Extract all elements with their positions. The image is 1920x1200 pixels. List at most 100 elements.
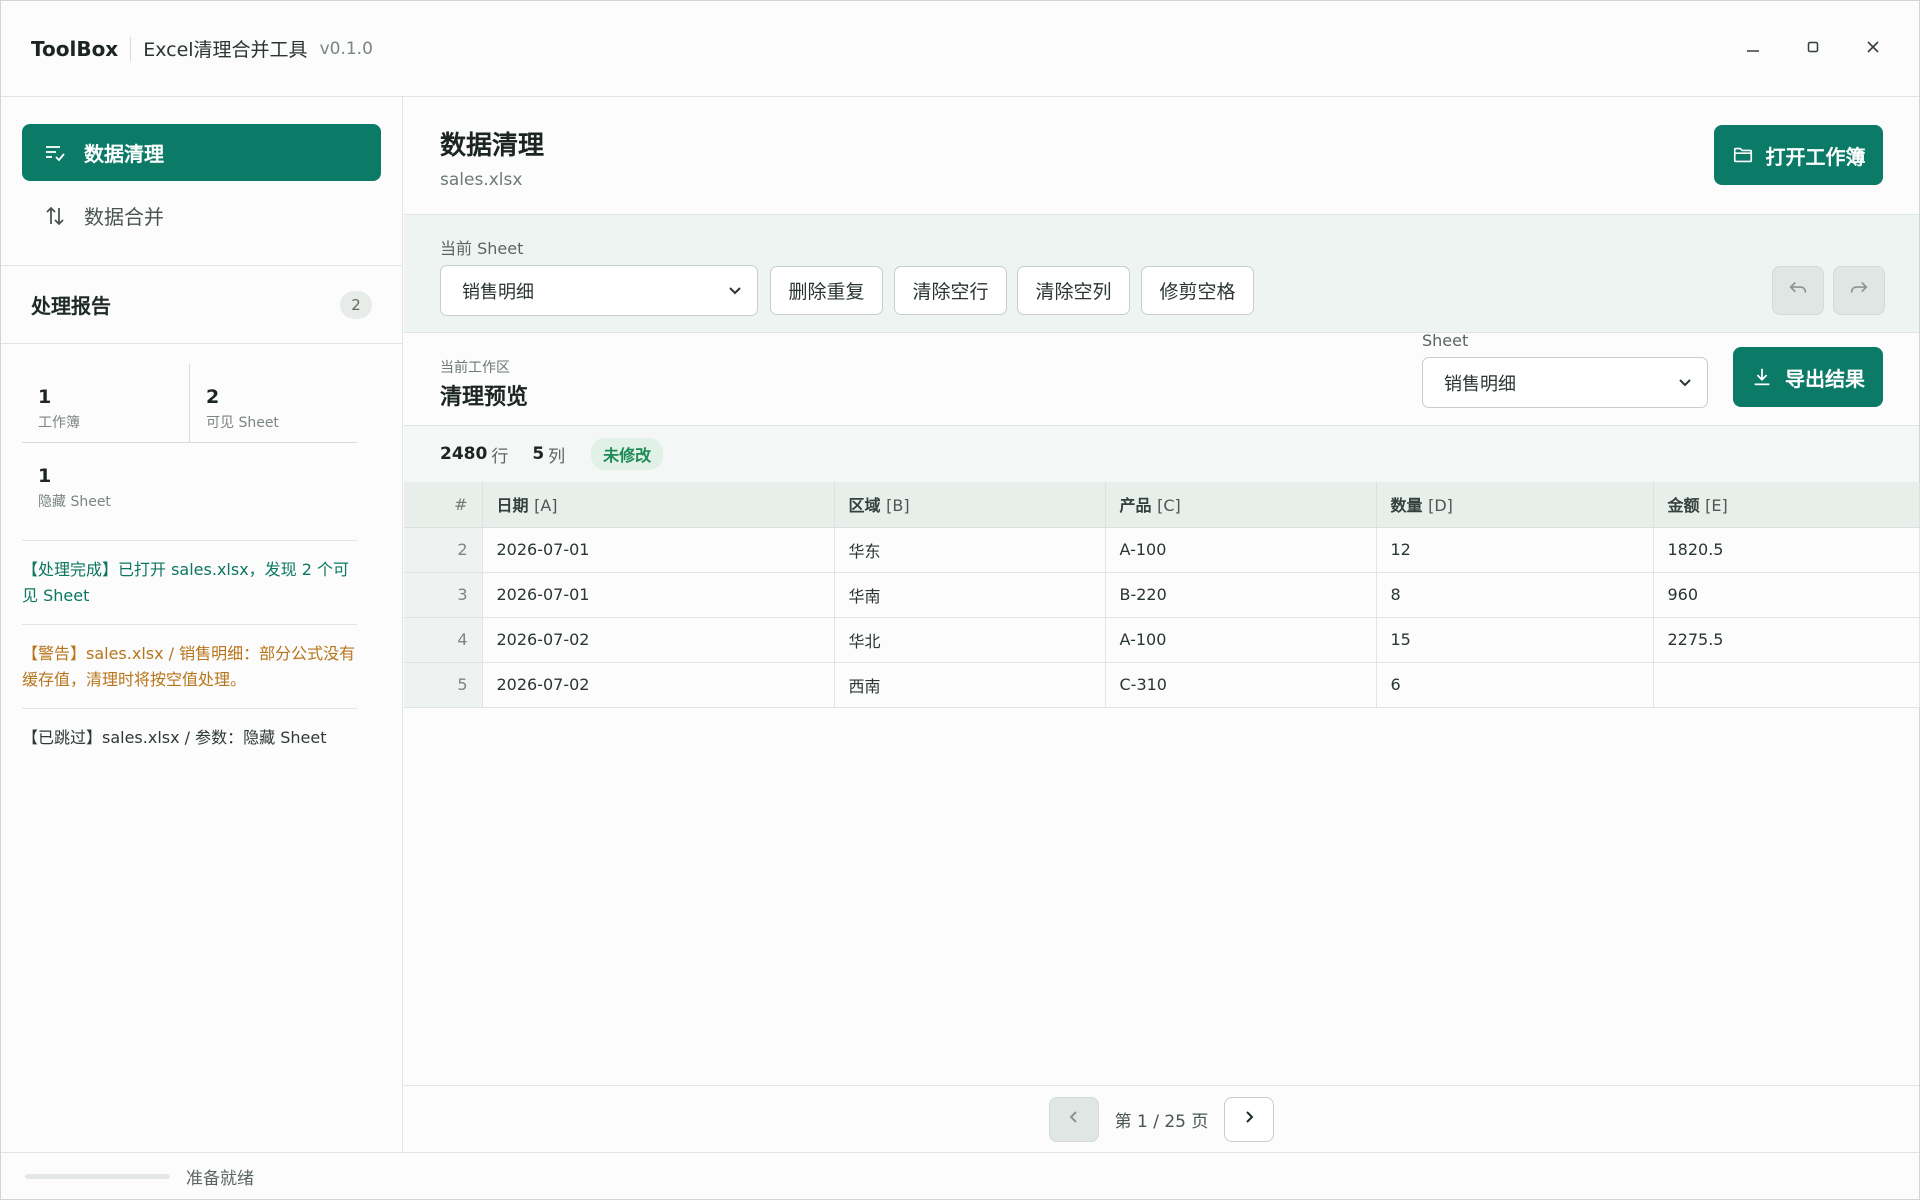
row-index: 2 <box>404 527 483 573</box>
report-stats: 1 工作簿 2 可见 Sheet 1 隐藏 Sheet <box>22 364 357 524</box>
table-cell[interactable]: 960 <box>1653 572 1920 618</box>
column-letter: [C] <box>1157 496 1181 516</box>
redo-icon <box>1848 277 1870 304</box>
log-entry-skipped: 【已跳过】sales.xlsx / 参数：隐藏 Sheet <box>22 708 357 766</box>
open-workbook-button[interactable]: 打开工作簿 <box>1714 125 1883 185</box>
table-cell[interactable]: 2026-07-02 <box>482 617 835 663</box>
table-cell[interactable]: C-310 <box>1105 662 1377 708</box>
export-result-button[interactable]: 导出结果 <box>1733 347 1883 407</box>
remove-duplicates-button[interactable]: 删除重复 <box>770 266 883 315</box>
column-count-unit: 列 <box>548 446 566 467</box>
chevron-down-icon <box>725 281 745 301</box>
row-count-unit: 行 <box>491 446 509 467</box>
table-cell[interactable] <box>1653 662 1920 708</box>
table-row: 2 2026-07-01 华东 A-100 12 1820.5 <box>404 527 1920 573</box>
table-cell[interactable]: 西南 <box>834 662 1106 708</box>
undo-button[interactable] <box>1772 266 1824 315</box>
column-header-e[interactable]: 金额 [E] <box>1653 482 1920 528</box>
table-header-row: # 日期 [A] 区域 [B] 产品 [C] 数量 [D] 金额 [E] <box>404 482 1920 528</box>
preview-sheet-label: Sheet <box>1422 331 1469 350</box>
current-file-name: sales.xlsx <box>440 170 523 190</box>
preview-title: 清理预览 <box>440 385 529 410</box>
sidebar-nav: 数据清理 数据合并 <box>1 97 402 266</box>
next-page-button[interactable] <box>1224 1096 1275 1142</box>
download-icon <box>1751 366 1773 388</box>
clear-empty-columns-button[interactable]: 清除空列 <box>1017 266 1130 315</box>
page-title: 数据清理 <box>440 131 545 161</box>
app-name: ToolBox <box>31 36 119 61</box>
clean-toolbar: 当前 Sheet 销售明细 删除重复 清除空行 清除空列 修剪空格 <box>404 215 1919 333</box>
main-header: 数据清理 sales.xlsx 打开工作簿 <box>404 97 1919 215</box>
page-indicator: 第 1 / 25 页 <box>1114 1111 1209 1132</box>
preview-sheet-value: 销售明细 <box>1444 373 1516 395</box>
preview-header: 当前工作区 清理预览 Sheet 销售明细 导出结果 <box>404 331 1919 426</box>
app-version: v0.1.0 <box>319 38 373 59</box>
table-cell[interactable]: 华东 <box>834 527 1106 573</box>
column-name: 数量 <box>1390 496 1423 516</box>
table-cell[interactable]: B-220 <box>1105 572 1377 618</box>
sort-arrows-icon <box>42 203 68 229</box>
sidebar: 数据清理 数据合并 处理报告 2 1 工作簿 2 可见 Sheet 1 隐藏 S… <box>1 97 403 1152</box>
progress-bar <box>25 1173 170 1179</box>
column-header-c[interactable]: 产品 [C] <box>1105 482 1377 528</box>
column-header-b[interactable]: 区域 [B] <box>834 482 1106 528</box>
chevron-down-icon <box>1675 373 1695 393</box>
window-controls <box>1737 31 1889 63</box>
clear-empty-rows-button[interactable]: 清除空行 <box>894 266 1007 315</box>
table-row: 5 2026-07-02 西南 C-310 6 <box>404 662 1920 708</box>
sheet-select-label: 当前 Sheet <box>440 239 524 258</box>
table-cell[interactable]: 15 <box>1376 617 1654 663</box>
report-count-badge: 2 <box>340 290 372 319</box>
prev-page-button[interactable] <box>1048 1096 1099 1142</box>
column-name: 金额 <box>1667 496 1700 516</box>
maximize-icon[interactable] <box>1797 31 1829 63</box>
table-row: 3 2026-07-01 华南 B-220 8 960 <box>404 572 1920 618</box>
app-title: Excel清理合并工具 <box>143 39 308 61</box>
table-cell[interactable]: 8 <box>1376 572 1654 618</box>
table-cell[interactable]: A-100 <box>1105 617 1377 663</box>
preview-sheet-select[interactable]: 销售明细 <box>1422 357 1708 408</box>
table-cell[interactable]: 2026-07-02 <box>482 662 835 708</box>
title-bar: ToolBox Excel清理合并工具 v0.1.0 <box>1 1 1919 97</box>
column-name: 产品 <box>1119 496 1152 516</box>
undo-icon <box>1787 277 1809 304</box>
table-cell[interactable]: 2026-07-01 <box>482 527 835 573</box>
list-check-icon <box>42 140 68 166</box>
column-name: 日期 <box>496 496 529 516</box>
table-cell[interactable]: 2026-07-01 <box>482 572 835 618</box>
stat-label: 工作簿 <box>38 415 80 431</box>
minimize-icon[interactable] <box>1737 31 1769 63</box>
redo-button[interactable] <box>1833 266 1885 315</box>
stat-value: 1 <box>38 386 52 408</box>
column-letter: [E] <box>1705 496 1728 516</box>
table-cell[interactable]: 华北 <box>834 617 1106 663</box>
open-workbook-label: 打开工作簿 <box>1765 144 1866 169</box>
table-cell[interactable]: 华南 <box>834 572 1106 618</box>
sidebar-item-data-merge[interactable]: 数据合并 <box>22 187 381 244</box>
column-header-index: # <box>404 482 483 528</box>
report-header: 处理报告 2 <box>1 266 402 344</box>
sheet-select-value: 销售明细 <box>462 281 534 303</box>
column-header-d[interactable]: 数量 [D] <box>1376 482 1654 528</box>
table-cell[interactable]: A-100 <box>1105 527 1377 573</box>
sheet-select[interactable]: 销售明细 <box>440 265 758 316</box>
stat-label: 可见 Sheet <box>206 415 279 431</box>
trim-spaces-button[interactable]: 修剪空格 <box>1141 266 1254 315</box>
report-log-list: 【处理完成】已打开 sales.xlsx，发现 2 个可见 Sheet 【警告】… <box>22 540 357 766</box>
log-entry-ok: 【处理完成】已打开 sales.xlsx，发现 2 个可见 Sheet <box>22 540 357 624</box>
table-cell[interactable]: 2275.5 <box>1653 617 1920 663</box>
folder-icon <box>1732 144 1754 166</box>
table-row: 4 2026-07-02 华北 A-100 15 2275.5 <box>404 617 1920 663</box>
row-count: 2480 <box>440 444 488 464</box>
sidebar-item-data-clean[interactable]: 数据清理 <box>22 124 381 181</box>
title-divider <box>130 36 132 61</box>
table-cell[interactable]: 12 <box>1376 527 1654 573</box>
preview-table: # 日期 [A] 区域 [B] 产品 [C] 数量 [D] 金额 [E] 2 2… <box>404 482 1920 708</box>
close-icon[interactable] <box>1857 31 1889 63</box>
column-header-a[interactable]: 日期 [A] <box>482 482 835 528</box>
table-cell[interactable]: 6 <box>1376 662 1654 708</box>
stat-workbooks: 1 工作簿 <box>22 364 190 443</box>
table-cell[interactable]: 1820.5 <box>1653 527 1920 573</box>
status-text: 准备就绪 <box>186 1168 254 1189</box>
report-title: 处理报告 <box>31 294 111 318</box>
